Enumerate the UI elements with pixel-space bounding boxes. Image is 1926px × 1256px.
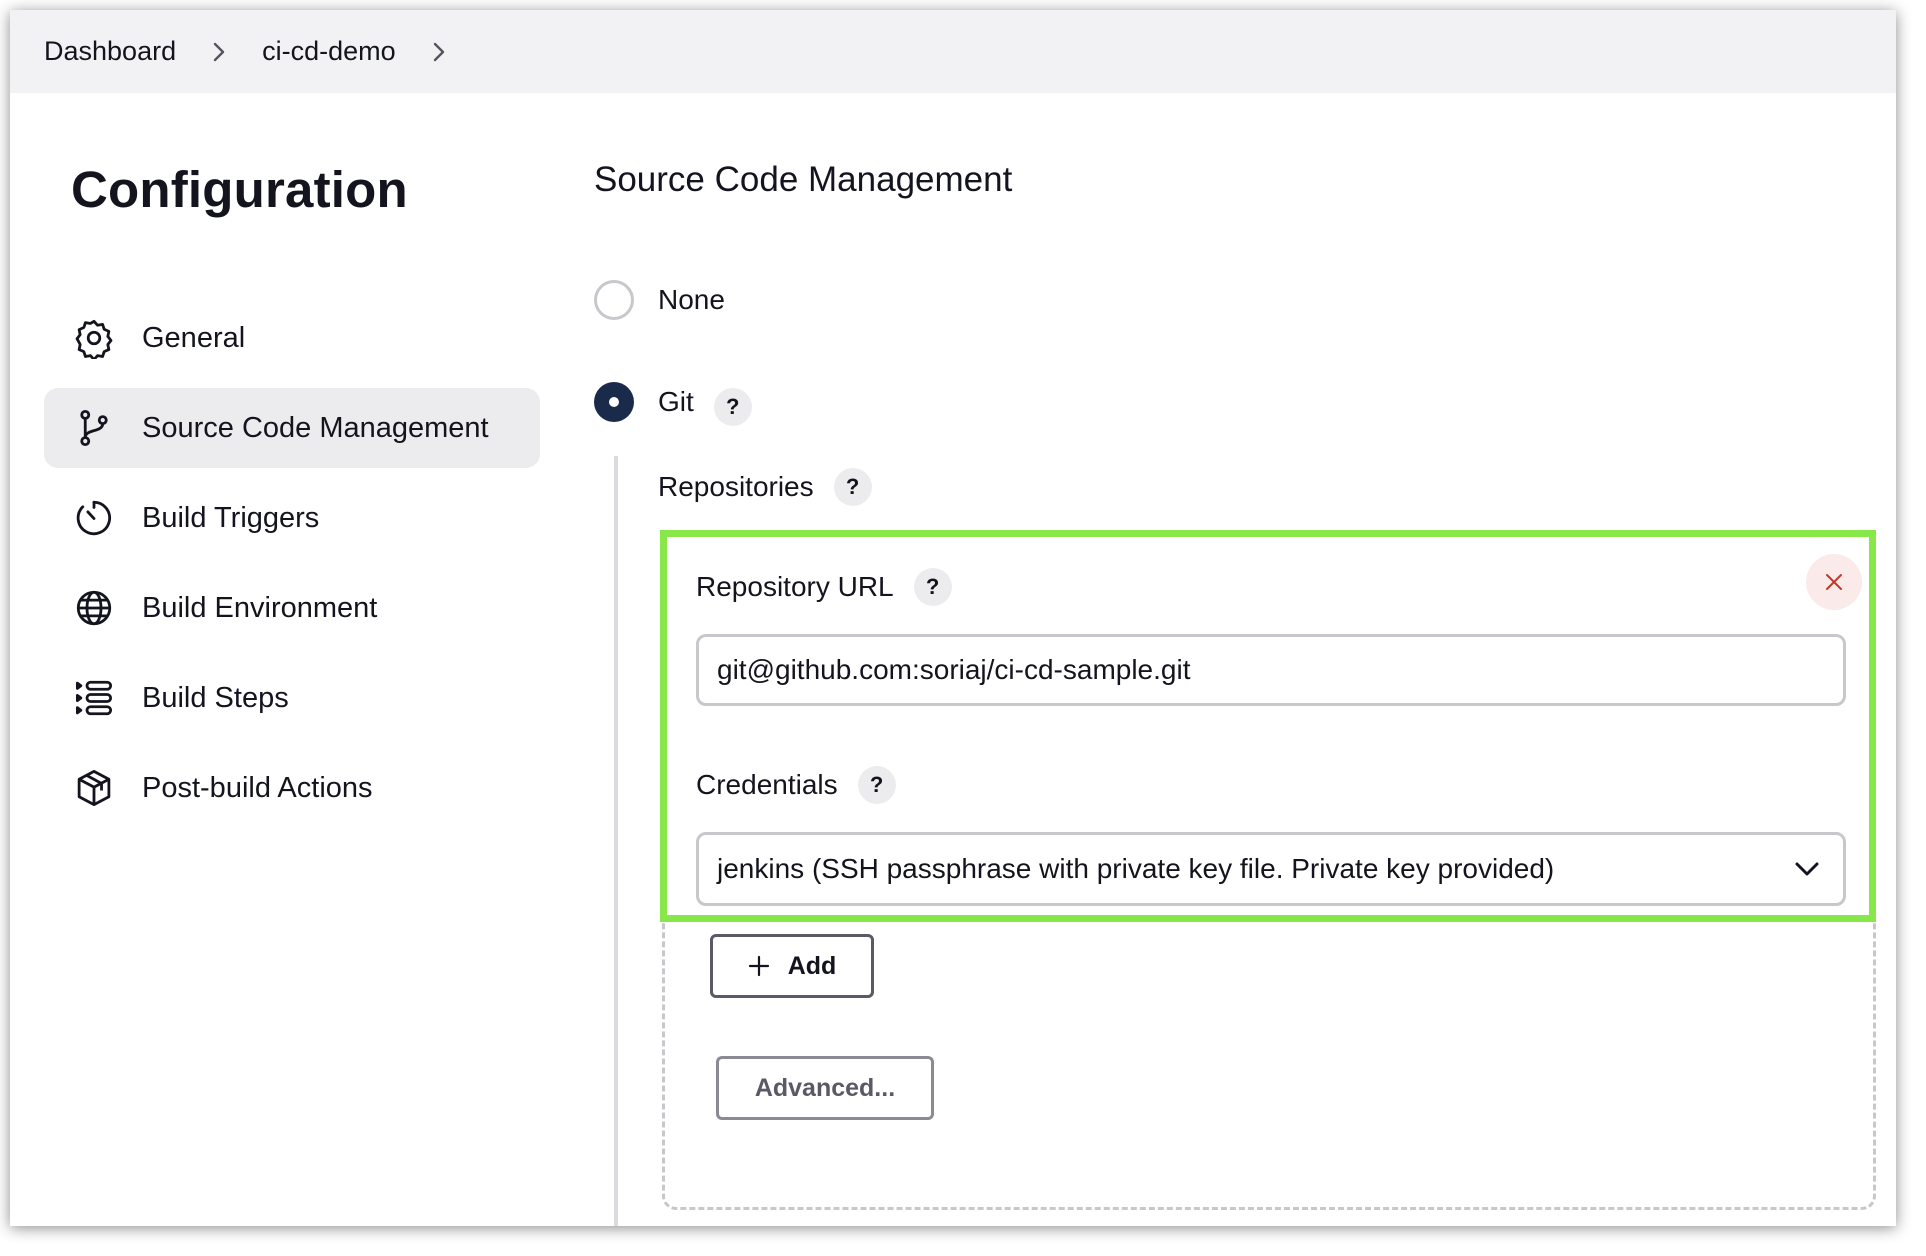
sidebar-item-label: General <box>142 321 246 354</box>
radio-git[interactable] <box>594 382 634 422</box>
section-divider <box>614 456 618 1226</box>
breadcrumb-dashboard[interactable]: Dashboard <box>44 36 176 67</box>
sidebar-item-post-build-actions[interactable]: Post-build Actions <box>44 748 540 828</box>
remove-repository-button[interactable] <box>1806 554 1862 610</box>
chevron-right-icon[interactable] <box>421 41 457 63</box>
package-icon <box>72 766 116 810</box>
globe-icon <box>72 586 116 630</box>
sidebar-item-general[interactable]: General <box>44 298 540 378</box>
credentials-label: Credentials ? <box>696 766 896 804</box>
repository-url-input[interactable]: git@github.com:soriaj/ci-cd-sample.git <box>696 634 1846 706</box>
repositories-label: Repositories ? <box>658 468 872 506</box>
sidebar-item-label: Post-build Actions <box>142 771 373 804</box>
gear-icon <box>72 316 116 360</box>
scm-option-label: Git <box>658 386 694 417</box>
chevron-right-icon <box>201 41 237 63</box>
sidebar-item-build-environment[interactable]: Build Environment <box>44 568 540 648</box>
help-icon[interactable]: ? <box>913 568 952 606</box>
scm-option-git[interactable]: Git ? <box>594 378 752 426</box>
repository-url-label: Repository URL ? <box>696 568 952 606</box>
help-icon[interactable]: ? <box>713 388 752 426</box>
repositories-label-text: Repositories <box>658 471 814 502</box>
sidebar-nav: General Source Code Management Build Tri… <box>44 298 540 838</box>
add-button-label: Add <box>787 951 837 980</box>
sidebar-item-label: Source Code Management <box>142 411 489 444</box>
section-title: Source Code Management <box>594 160 1013 199</box>
credentials-select[interactable]: jenkins (SSH passphrase with private key… <box>696 832 1846 906</box>
sidebar-item-label: Build Triggers <box>142 501 320 534</box>
sidebar-item-label: Build Environment <box>142 591 378 624</box>
list-icon <box>72 676 116 720</box>
credentials-label-text: Credentials <box>696 769 838 800</box>
repository-url-label-text: Repository URL <box>696 571 894 602</box>
sidebar-item-label: Build Steps <box>142 681 289 714</box>
close-icon <box>1826 574 1842 590</box>
sidebar-item-build-triggers[interactable]: Build Triggers <box>44 478 540 558</box>
git-branch-icon <box>72 406 116 450</box>
app-window: Dashboard ci-cd-demo Configuration Gener… <box>10 10 1896 1226</box>
scm-option-label: None <box>658 284 725 315</box>
plus-icon <box>748 955 770 977</box>
radio-none[interactable] <box>594 280 634 320</box>
breadcrumb: Dashboard ci-cd-demo <box>10 10 1896 93</box>
breadcrumb-ci-cd-demo[interactable]: ci-cd-demo <box>262 36 396 67</box>
sidebar-item-source-code-management[interactable]: Source Code Management <box>44 388 540 468</box>
help-icon[interactable]: ? <box>833 468 872 506</box>
timer-icon <box>72 496 116 540</box>
sidebar-item-build-steps[interactable]: Build Steps <box>44 658 540 738</box>
credentials-selected-value: jenkins (SSH passphrase with private key… <box>717 853 1555 884</box>
scm-option-none[interactable]: None <box>594 280 725 320</box>
chevron-down-icon <box>1793 855 1821 890</box>
page-title: Configuration <box>71 161 408 218</box>
advanced-button[interactable]: Advanced... <box>716 1056 934 1120</box>
help-icon[interactable]: ? <box>857 766 896 804</box>
add-credentials-button[interactable]: Add <box>710 934 874 998</box>
